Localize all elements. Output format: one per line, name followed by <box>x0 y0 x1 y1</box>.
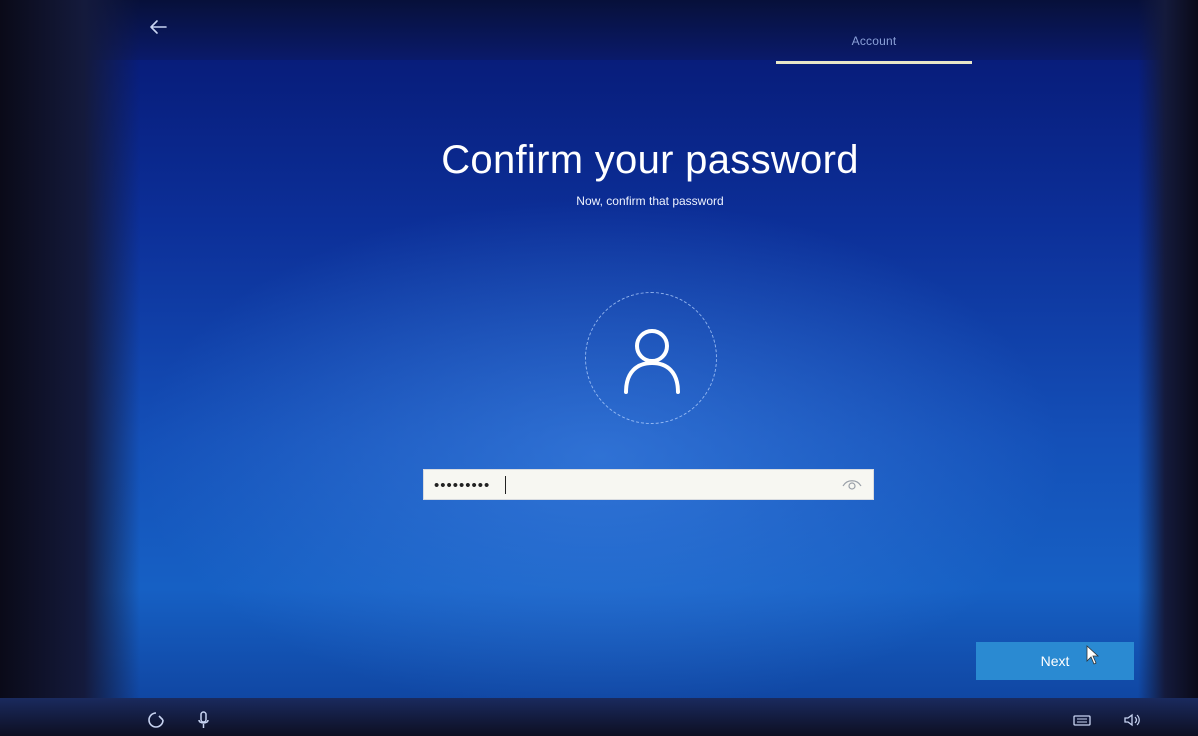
back-button[interactable] <box>146 14 172 40</box>
microphone-button[interactable] <box>194 710 214 730</box>
volume-icon <box>1124 713 1140 727</box>
reveal-password-button[interactable] <box>841 476 863 494</box>
screen-edge-left <box>0 0 140 736</box>
text-caret <box>505 476 506 494</box>
user-avatar <box>585 292 717 424</box>
keyboard-button[interactable] <box>1072 710 1092 730</box>
password-field[interactable] <box>423 469 874 501</box>
bottom-bar <box>0 698 1198 736</box>
page-subtitle: Now, confirm that password <box>576 194 724 208</box>
ease-of-access-button[interactable] <box>146 710 166 730</box>
volume-button[interactable] <box>1122 710 1142 730</box>
user-avatar-icon <box>624 329 680 394</box>
keyboard-icon <box>1073 715 1091 726</box>
mouse-cursor-icon <box>1086 645 1100 665</box>
next-button[interactable]: Next <box>976 642 1134 680</box>
back-arrow-icon <box>150 20 167 34</box>
eye-reveal-icon <box>842 480 862 490</box>
microphone-icon <box>198 711 209 728</box>
tab-account-label: Account <box>851 34 897 48</box>
password-input[interactable] <box>432 470 836 501</box>
screen-edge-right <box>1138 0 1198 736</box>
ease-of-access-icon <box>148 712 164 728</box>
page-title: Confirm your password <box>441 138 859 182</box>
tab-active-indicator <box>776 61 972 64</box>
top-bar <box>0 0 1198 60</box>
tab-account[interactable]: Account <box>776 32 972 64</box>
oobe-screen: Account Confirm your password Now, confi… <box>0 0 1198 736</box>
